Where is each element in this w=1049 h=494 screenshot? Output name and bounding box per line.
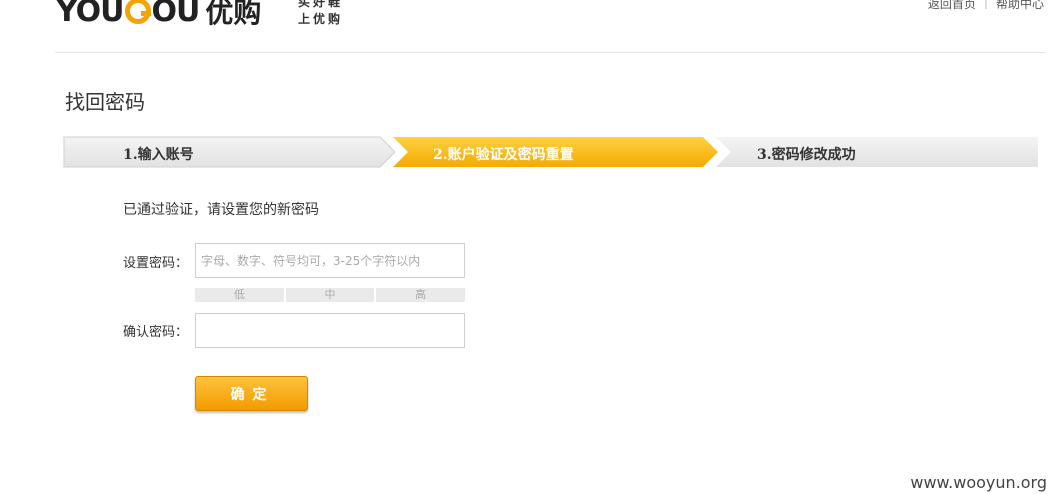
link-divider: | — [983, 0, 988, 9]
logo[interactable]: YOU OU 优购 — [56, 0, 261, 31]
home-link[interactable]: 返回首页 — [928, 0, 976, 12]
top-links: 返回首页 | 帮助中心 — [928, 0, 1044, 12]
strength-medium: 中 — [285, 288, 375, 302]
logo-text-part2: OU — [151, 0, 201, 29]
new-password-input[interactable] — [195, 243, 465, 278]
step-2-label: 2.账户验证及密码重置 — [433, 147, 574, 163]
logo-wordmark: YOU OU — [56, 0, 201, 29]
step1-shape — [63, 136, 396, 168]
slogan-line1: 买好鞋 — [298, 0, 344, 9]
slogan: 买好鞋 上优购 — [298, 0, 343, 28]
strength-low: 低 — [195, 288, 284, 302]
progress-steps: 1.输入账号 2.账户验证及密码重置 3.密码修改成功 — [62, 135, 1038, 169]
step-1-label: 1.输入账号 — [123, 147, 194, 163]
password-label: 设置密码： — [123, 256, 189, 271]
help-center-link[interactable]: 帮助中心 — [996, 0, 1044, 12]
password-strength-meter: 低 中 高 — [195, 288, 466, 302]
verification-note: 已通过验证，请设置您的新密码 — [123, 202, 319, 218]
watermark: www.wooyun.org — [910, 473, 1047, 492]
page-title: 找回密码 — [65, 90, 145, 114]
confirm-button[interactable]: 确定 — [195, 376, 308, 411]
logo-g-icon — [124, 0, 151, 24]
logo-text-part1: YOU — [56, 0, 125, 29]
slogan-line2: 上优购 — [298, 12, 344, 26]
confirm-password-label: 确认密码： — [123, 325, 189, 340]
header-divider — [55, 52, 1045, 53]
strength-high: 高 — [376, 288, 466, 302]
step-3-label: 3.密码修改成功 — [757, 147, 856, 163]
confirm-password-input[interactable] — [195, 313, 465, 348]
logo-chinese-name: 优购 — [205, 0, 262, 29]
